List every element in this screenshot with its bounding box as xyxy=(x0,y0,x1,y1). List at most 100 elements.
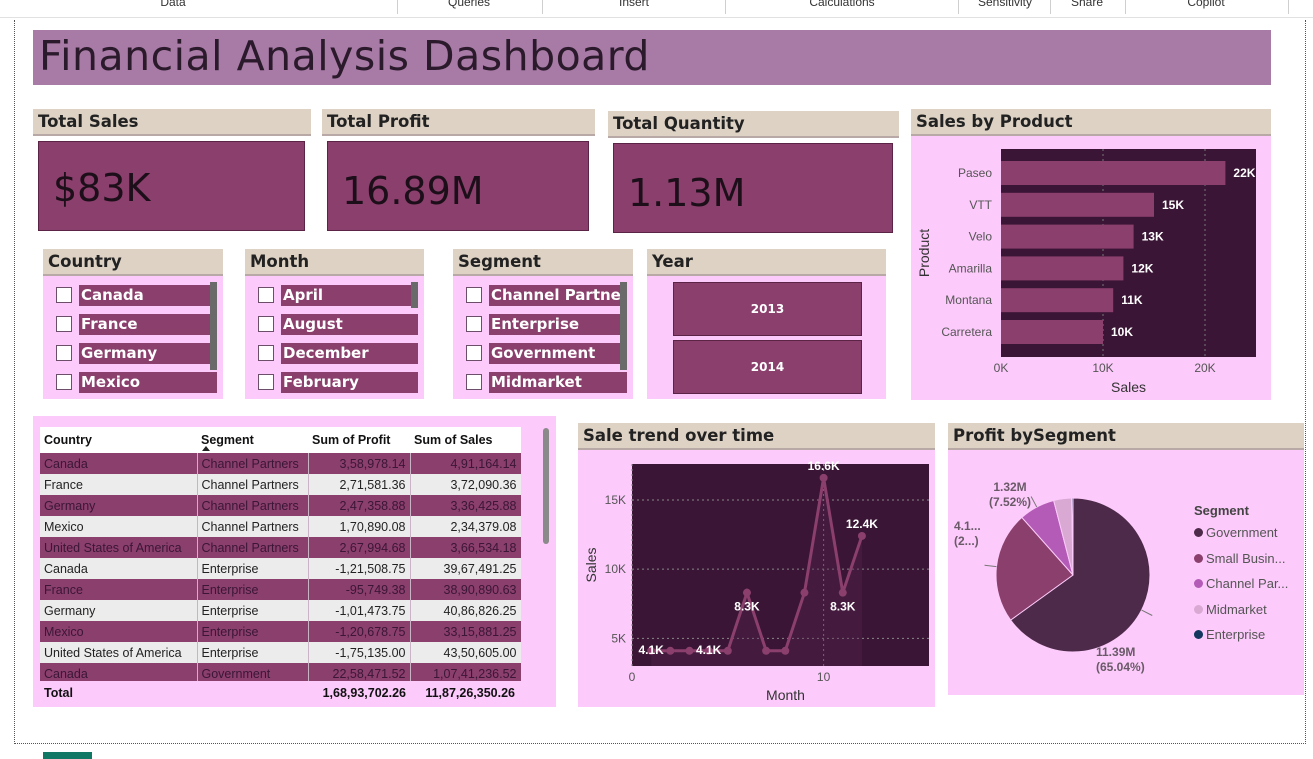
table-row[interactable]: United States of America Channel Partners… xyxy=(40,537,521,558)
month-option-february[interactable]: February xyxy=(281,372,418,393)
ribbon-queries[interactable]: Queries xyxy=(448,0,490,9)
table-row[interactable]: Germany Enterprise -1,01,473.75 40,86,826.2… xyxy=(40,600,521,621)
title-banner: Financial Analysis Dashboard xyxy=(33,30,1271,85)
cell-country: Mexico xyxy=(40,516,198,537)
table-row[interactable]: Mexico Enterprise -1,20,678.75 33,15,881.25 xyxy=(40,621,521,642)
table-row[interactable]: United States of America Enterprise -1,75,… xyxy=(40,642,521,663)
cell-sales: 3,72,090.36 xyxy=(410,474,521,495)
kpi-profit-card[interactable]: 16.89M xyxy=(327,141,589,231)
segment-checkbox-enterprise[interactable] xyxy=(466,316,482,332)
cell-profit: 2,71,581.36 xyxy=(308,474,411,495)
ribbon-calculations[interactable]: Calculations xyxy=(809,0,874,9)
legend-item[interactable]: Small Busin... xyxy=(1194,551,1285,566)
segment-slicer-scrollbar[interactable] xyxy=(620,282,627,370)
month-option-december[interactable]: December xyxy=(281,343,418,364)
month-checkbox-april[interactable] xyxy=(258,287,274,303)
column-header-country[interactable]: Country xyxy=(40,427,197,453)
leader-line xyxy=(984,564,997,568)
kpi-quantity-card[interactable]: 1.13M xyxy=(613,143,893,233)
data-table-grid: Country Segment Sum of Profit Sum of Sal… xyxy=(40,427,521,681)
data-point xyxy=(857,531,866,540)
cell-sales: 43,50,605.00 xyxy=(410,642,521,663)
segment-checkbox-midmarket[interactable] xyxy=(466,374,482,390)
cell-segment: Channel Partners xyxy=(197,495,309,516)
cell-country: Canada xyxy=(40,453,198,474)
ribbon-insert[interactable]: Insert xyxy=(619,0,649,9)
country-option-germany[interactable]: Germany xyxy=(79,343,210,364)
country-checkbox-germany[interactable] xyxy=(56,345,72,361)
table-row[interactable]: Mexico Channel Partners 1,70,890.08 2,34,37… xyxy=(40,516,521,537)
ribbon-separator xyxy=(1125,0,1126,14)
cell-segment: Enterprise xyxy=(197,621,309,642)
sort-ascending-icon[interactable] xyxy=(202,446,210,451)
ribbon: Data Queries Insert Calculations Sensiti… xyxy=(0,0,1313,18)
table-row[interactable]: France Channel Partners 2,71,581.36 3,72,09… xyxy=(40,474,521,495)
ribbon-separator xyxy=(397,0,398,14)
month-slicer-scrollbar[interactable] xyxy=(411,282,418,308)
cell-profit: -95,749.38 xyxy=(308,579,411,600)
month-option-april[interactable]: April xyxy=(281,285,411,306)
leader-line xyxy=(1030,496,1038,508)
table-row[interactable]: Canada Enterprise -1,21,508.75 39,67,491.25 xyxy=(40,558,521,579)
cell-country: United States of America xyxy=(40,537,198,558)
country-option-mexico[interactable]: Mexico xyxy=(79,372,217,393)
data-label: (2...) xyxy=(954,534,979,548)
segment-option-government[interactable]: Government xyxy=(489,343,620,364)
table-row[interactable]: Canada Channel Partners 3,58,978.14 4,91,16… xyxy=(40,453,521,474)
country-checkbox-france[interactable] xyxy=(56,316,72,332)
month-checkbox-december[interactable] xyxy=(258,345,274,361)
cell-country: Germany xyxy=(40,600,198,621)
ribbon-sensitivity[interactable]: Sensitivity xyxy=(978,0,1032,9)
y-tick-label: Amarilla xyxy=(949,261,993,275)
segment-option-enterprise[interactable]: Enterprise xyxy=(489,314,620,335)
country-checkbox-canada[interactable] xyxy=(56,287,72,303)
country-option-canada[interactable]: Canada xyxy=(79,285,210,306)
cell-sales: 4,91,164.14 xyxy=(410,453,521,474)
year-button-2013[interactable]: 2013 xyxy=(673,282,862,336)
cell-segment: Channel Partners xyxy=(197,516,309,537)
year-slicer-header: Year xyxy=(647,249,886,276)
segment-option-midmarket[interactable]: Midmarket xyxy=(489,372,627,393)
total-label: Total xyxy=(44,686,73,700)
cell-profit: 1,70,890.08 xyxy=(308,516,411,537)
ribbon-separator xyxy=(1050,0,1051,14)
page-tab-indicator[interactable] xyxy=(43,752,92,759)
data-point xyxy=(819,473,828,482)
ribbon-share[interactable]: Share xyxy=(1071,0,1103,9)
column-header-profit[interactable]: Sum of Profit xyxy=(308,427,410,453)
data-point xyxy=(838,588,847,597)
segment-checkbox-government[interactable] xyxy=(466,345,482,361)
legend-item[interactable]: Government xyxy=(1194,525,1278,540)
country-checkbox-mexico[interactable] xyxy=(56,374,72,390)
table-total-row: Total 1,68,93,702.26 11,87,26,350.26 xyxy=(40,683,521,705)
total-profit: 1,68,93,702.26 xyxy=(322,686,406,700)
table-row[interactable]: Canada Government 22,58,471.52 1,07,41,236.… xyxy=(40,663,521,681)
bar xyxy=(1001,161,1226,185)
country-option-france[interactable]: France xyxy=(79,314,210,335)
table-row[interactable]: Germany Channel Partners 2,47,358.88 3,36,4… xyxy=(40,495,521,516)
segment-option-channel-partners[interactable]: Channel Partners xyxy=(489,285,620,306)
segment-checkbox-channel-partners[interactable] xyxy=(466,287,482,303)
cell-profit: -1,75,135.00 xyxy=(308,642,411,663)
table-row[interactable]: France Enterprise -95,749.38 38,90,890.63 xyxy=(40,579,521,600)
data-label: 13K xyxy=(1142,230,1164,244)
legend-item[interactable]: Midmarket xyxy=(1194,602,1267,617)
month-checkbox-february[interactable] xyxy=(258,374,274,390)
legend-item[interactable]: Channel Par... xyxy=(1194,576,1288,591)
ribbon-copilot[interactable]: Copilot xyxy=(1187,0,1224,9)
column-header-sales[interactable]: Sum of Sales xyxy=(410,427,521,453)
legend-item[interactable]: Enterprise xyxy=(1194,627,1265,642)
cell-segment: Channel Partners xyxy=(197,537,309,558)
cell-segment: Channel Partners xyxy=(197,453,309,474)
table-scrollbar[interactable] xyxy=(543,428,549,544)
ribbon-data[interactable]: Data xyxy=(160,0,185,9)
column-header-segment[interactable]: Segment xyxy=(197,427,308,453)
cell-profit: 22,58,471.52 xyxy=(308,663,411,681)
month-checkbox-august[interactable] xyxy=(258,316,274,332)
data-point xyxy=(685,646,694,655)
country-slicer-scrollbar[interactable] xyxy=(210,282,217,370)
year-button-2014[interactable]: 2014 xyxy=(673,340,862,394)
cell-profit: -1,20,678.75 xyxy=(308,621,411,642)
month-option-august[interactable]: August xyxy=(281,314,418,335)
kpi-sales-card[interactable]: $83K xyxy=(38,141,305,231)
